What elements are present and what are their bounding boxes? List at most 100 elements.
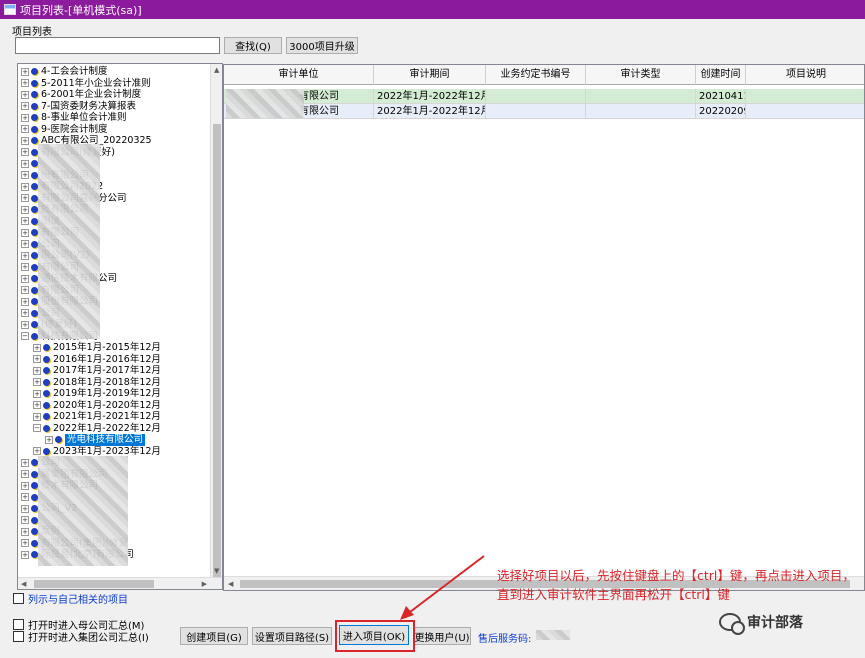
tree-node[interactable]: − 2022年1月-2022年12月 bbox=[33, 423, 161, 435]
expand-icon[interactable]: + bbox=[33, 412, 41, 421]
tree-node[interactable]: +9-医院会计制度 bbox=[21, 124, 107, 136]
tree-node-label[interactable]: 5-2011年小企业会计准则 bbox=[41, 78, 151, 90]
expand-icon[interactable]: + bbox=[21, 102, 29, 111]
table-row[interactable]: 有限公司 2022年1月-2022年12月 20220209 bbox=[224, 104, 864, 119]
expand-icon[interactable]: + bbox=[21, 136, 29, 145]
search-input[interactable] bbox=[15, 37, 220, 54]
expand-icon[interactable]: + bbox=[21, 516, 29, 525]
expand-icon[interactable]: + bbox=[21, 493, 29, 502]
tree-node[interactable]: +2021年1月-2021年12月 bbox=[33, 411, 161, 423]
create-project-button[interactable]: 创建项目(G) bbox=[180, 627, 248, 645]
tree-node-label[interactable]: 2015年1月-2015年12月 bbox=[53, 342, 161, 354]
expand-icon[interactable]: + bbox=[33, 366, 41, 375]
group-summary-checkbox[interactable] bbox=[13, 631, 24, 642]
table-row[interactable]: 有限公司 2022年1月-2022年12月 20210411 bbox=[224, 89, 864, 104]
tree-node-label[interactable]: 7-国资委财务决算报表 bbox=[41, 101, 136, 113]
expand-icon[interactable]: + bbox=[21, 217, 29, 226]
scroll-up-icon[interactable]: ▲ bbox=[214, 66, 219, 74]
tree-node[interactable]: +4-工会会计制度 bbox=[21, 66, 107, 78]
expand-icon[interactable]: + bbox=[21, 286, 29, 295]
expand-icon[interactable]: + bbox=[21, 504, 29, 513]
expand-icon[interactable]: + bbox=[21, 309, 29, 318]
tree-node[interactable]: +6-2001年企业会计制度 bbox=[21, 89, 141, 101]
tree-scroll-thumb[interactable] bbox=[213, 124, 221, 584]
option-group-summary[interactable]: 打开时进入集团公司汇总(I) bbox=[13, 629, 149, 644]
tree-node[interactable]: +2019年1月-2019年12月 bbox=[33, 388, 161, 400]
expand-icon[interactable]: + bbox=[33, 343, 41, 352]
expand-icon[interactable]: + bbox=[21, 228, 29, 237]
expand-icon[interactable]: + bbox=[21, 171, 29, 180]
tree-node-label[interactable]: 6-2001年企业会计制度 bbox=[41, 89, 141, 101]
scroll-left-icon[interactable]: ◀ bbox=[228, 580, 233, 588]
search-button[interactable]: 查找(Q) bbox=[224, 37, 282, 54]
expand-icon[interactable]: + bbox=[21, 274, 29, 283]
expand-icon[interactable]: + bbox=[21, 90, 29, 99]
tree-node[interactable]: +8-事业单位会计准则 bbox=[21, 112, 126, 124]
tree-hscroll-thumb[interactable] bbox=[34, 580, 154, 588]
set-project-path-button[interactable]: 设置项目路径(S) bbox=[252, 627, 332, 645]
expand-icon[interactable]: + bbox=[33, 378, 41, 387]
tree-node[interactable]: +7-国资委财务决算报表 bbox=[21, 101, 136, 113]
expand-icon[interactable]: + bbox=[21, 194, 29, 203]
project-tree[interactable]: +4-工会会计制度 +5-2011年小企业会计准则 +6-2001年企业会计制度 +7… bbox=[17, 63, 223, 590]
tree-node[interactable]: +2015年1月-2015年12月 bbox=[33, 342, 161, 354]
tree-node[interactable]: +2020年1月-2020年12月 bbox=[33, 400, 161, 412]
column-header-created[interactable]: 创建时间 bbox=[696, 65, 746, 85]
column-header-unit[interactable]: 审计单位 bbox=[224, 65, 374, 85]
expand-icon[interactable]: + bbox=[21, 159, 29, 168]
tree-node-label[interactable]: 2021年1月-2021年12月 bbox=[53, 411, 161, 423]
scroll-right-icon[interactable]: ▶ bbox=[202, 580, 207, 588]
tree-node-label[interactable]: 2022年1月-2022年12月 bbox=[53, 423, 161, 435]
expand-icon[interactable]: + bbox=[21, 113, 29, 122]
tree-node[interactable]: +2018年1月-2018年12月 bbox=[33, 377, 161, 389]
expand-icon[interactable]: + bbox=[21, 79, 29, 88]
tree-node[interactable]: +2016年1月-2016年12月 bbox=[33, 354, 161, 366]
filter-own-label[interactable]: 列示与自己相关的项目 bbox=[28, 591, 128, 606]
project-grid[interactable]: 审计单位 审计期间 业务约定书编号 审计类型 创建时间 项目说明 有限公司 20… bbox=[223, 64, 865, 591]
expand-icon[interactable]: + bbox=[21, 125, 29, 134]
collapse-icon[interactable]: − bbox=[21, 332, 29, 341]
column-header-type[interactable]: 审计类型 bbox=[586, 65, 696, 85]
expand-icon[interactable]: + bbox=[45, 435, 53, 444]
expand-icon[interactable]: + bbox=[21, 240, 29, 249]
expand-icon[interactable]: + bbox=[21, 470, 29, 479]
tree-node[interactable]: +5-2011年小企业会计准则 bbox=[21, 78, 151, 90]
tree-horizontal-scrollbar[interactable]: ◀ ▶ bbox=[18, 577, 222, 589]
scroll-down-icon[interactable]: ▼ bbox=[214, 567, 219, 575]
column-header-note[interactable]: 项目说明 bbox=[746, 65, 864, 85]
tree-node-label[interactable]: 光电科技有限公司 bbox=[65, 434, 146, 446]
tree-vertical-scrollbar[interactable]: ▲ ▼ bbox=[210, 64, 222, 589]
collapse-icon[interactable]: − bbox=[33, 424, 41, 433]
column-header-contract[interactable]: 业务约定书编号 bbox=[486, 65, 586, 85]
tree-node-label[interactable]: 2017年1月-2017年12月 bbox=[53, 365, 161, 377]
expand-icon[interactable]: + bbox=[21, 148, 29, 157]
expand-icon[interactable]: + bbox=[33, 389, 41, 398]
tree-node-label[interactable]: 2019年1月-2019年12月 bbox=[53, 388, 161, 400]
filter-own-checkbox[interactable] bbox=[13, 593, 24, 604]
expand-icon[interactable]: + bbox=[21, 251, 29, 260]
tree-node-label[interactable]: 4-工会会计制度 bbox=[41, 66, 107, 78]
column-header-period[interactable]: 审计期间 bbox=[374, 65, 486, 85]
expand-icon[interactable]: + bbox=[21, 320, 29, 329]
expand-icon[interactable]: + bbox=[33, 355, 41, 364]
filter-own-projects[interactable]: 列示与自己相关的项目 bbox=[13, 591, 128, 606]
expand-icon[interactable]: + bbox=[21, 458, 29, 467]
tree-node-label[interactable]: 8-事业单位会计准则 bbox=[41, 112, 126, 124]
expand-icon[interactable]: + bbox=[21, 205, 29, 214]
tree-node-label[interactable]: 9-医院会计制度 bbox=[41, 124, 107, 136]
upgrade-3000-button[interactable]: 3000项目升级 bbox=[286, 37, 358, 54]
expand-icon[interactable]: + bbox=[33, 401, 41, 410]
expand-icon[interactable]: + bbox=[21, 182, 29, 191]
tree-node-label[interactable]: 2020年1月-2020年12月 bbox=[53, 400, 161, 412]
scroll-left-icon[interactable]: ◀ bbox=[21, 580, 26, 588]
tree-node-label[interactable]: 2018年1月-2018年12月 bbox=[53, 377, 161, 389]
expand-icon[interactable]: + bbox=[21, 550, 29, 559]
expand-icon[interactable]: + bbox=[21, 263, 29, 272]
expand-icon[interactable]: + bbox=[33, 447, 41, 456]
expand-icon[interactable]: + bbox=[21, 527, 29, 536]
switch-user-button[interactable]: 更换用户(U) bbox=[413, 627, 471, 645]
tree-node[interactable]: +2017年1月-2017年12月 bbox=[33, 365, 161, 377]
expand-icon[interactable]: + bbox=[21, 481, 29, 490]
expand-icon[interactable]: + bbox=[21, 67, 29, 76]
tree-node[interactable]: + 光电科技有限公司 bbox=[45, 434, 146, 446]
